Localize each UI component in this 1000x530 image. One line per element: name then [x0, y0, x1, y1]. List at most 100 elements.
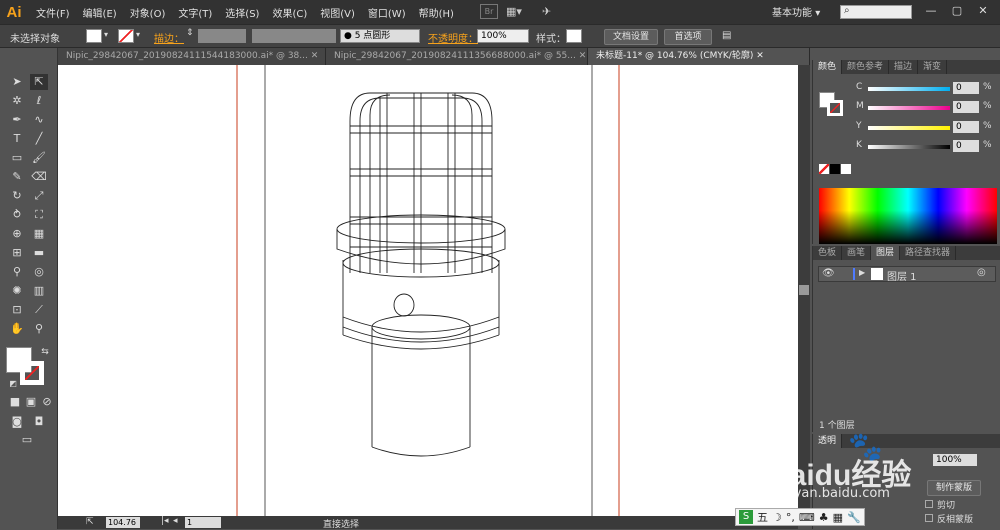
type-tool-icon[interactable]: T [8, 131, 26, 147]
cyan-input[interactable]: 0 [953, 82, 979, 94]
scrollbar-thumb[interactable] [799, 285, 809, 295]
perspective-grid-icon[interactable]: ▦ [30, 226, 48, 242]
layer-row[interactable]: 👁 ▶ 图层 1 ◎ [818, 266, 996, 283]
first-page-icon[interactable]: |◂ [161, 516, 169, 526]
stroke-label[interactable]: 描边： [154, 30, 184, 45]
maximize-button[interactable]: ▢ [944, 4, 970, 20]
style-swatch[interactable] [566, 29, 582, 43]
arrange-documents-icon[interactable]: ▦▾ [506, 5, 534, 19]
tab-swatches[interactable]: 色板 [813, 246, 843, 260]
close-button[interactable]: ✕ [970, 4, 996, 20]
tab-gradient[interactable]: 渐变 [918, 60, 948, 74]
magenta-slider[interactable] [868, 106, 950, 110]
menu-window[interactable]: 窗口(W) [368, 5, 406, 20]
pen-tool-icon[interactable]: ✒ [8, 112, 26, 128]
artboard-tool-icon[interactable]: ⊡ [8, 302, 26, 318]
close-icon[interactable]: ✕ [756, 51, 764, 61]
rectangle-tool-icon[interactable]: ▭ [8, 150, 26, 166]
lasso-icon[interactable]: ℓ [30, 93, 48, 109]
black-input[interactable]: 0 [953, 140, 979, 152]
scale-tool-icon[interactable]: ⤢ [30, 188, 48, 204]
variable-width-select[interactable] [252, 29, 336, 43]
default-colors-icon[interactable]: ◩ [4, 376, 22, 392]
black-slider[interactable] [868, 145, 950, 149]
close-icon[interactable]: ✕ [311, 51, 319, 61]
direct-selection-tool-icon[interactable]: ⇱ [30, 74, 48, 90]
bridge-button[interactable]: Br [480, 4, 498, 19]
blend-tool-icon[interactable]: ◎ [30, 264, 48, 280]
align-icon[interactable]: ▤ [722, 30, 731, 41]
free-transform-icon[interactable]: ⛶ [30, 207, 48, 223]
zoom-tool-icon[interactable]: ⚲ [30, 321, 48, 337]
close-icon[interactable]: ✕ [579, 51, 587, 61]
opacity-input[interactable]: 100% [477, 29, 529, 43]
curvature-tool-icon[interactable]: ∿ [30, 112, 48, 128]
menu-object[interactable]: 对象(O) [130, 5, 166, 20]
menu-help[interactable]: 帮助(H) [419, 5, 454, 20]
minimize-button[interactable]: — [918, 4, 944, 20]
expand-arrow-icon[interactable]: ▶ [859, 268, 865, 277]
color-spectrum[interactable] [819, 188, 997, 244]
menu-select[interactable]: 选择(S) [225, 5, 259, 20]
white-swatch[interactable] [841, 164, 851, 174]
eraser-icon[interactable]: ⌫ [30, 169, 48, 185]
shape-builder-icon[interactable]: ⊕ [8, 226, 26, 242]
draw-mode-icon[interactable]: ◙ [8, 414, 26, 430]
black-swatch[interactable] [830, 164, 840, 174]
hand-tool-icon[interactable]: ✋ [8, 321, 26, 337]
stroke-color-box[interactable] [20, 361, 44, 385]
yellow-slider[interactable] [868, 126, 950, 130]
tab-color-guide[interactable]: 颜色参考 [842, 60, 890, 74]
opacity-label[interactable]: 不透明度： [428, 30, 478, 45]
pencil-icon[interactable]: ✎ [8, 169, 26, 185]
paintbrush-icon[interactable]: 🖌 [30, 150, 48, 166]
zoom-input[interactable]: 104.76 [106, 517, 140, 528]
yellow-input[interactable]: 0 [953, 121, 979, 133]
warp-tool-icon[interactable]: ⥁ [8, 207, 26, 223]
fill-swatch[interactable] [86, 29, 102, 43]
eye-icon[interactable]: 👁 [822, 268, 835, 279]
tab-stroke[interactable]: 描边 [889, 60, 919, 74]
stepper-icon[interactable]: ⇕ [186, 28, 194, 38]
chevron-down-icon[interactable]: ▾ [136, 30, 140, 39]
none-swatch-icon[interactable] [819, 164, 829, 174]
artboard-canvas[interactable] [58, 65, 798, 516]
tab-document-1[interactable]: Nipic_29842067_20190824111544183000.ai* … [58, 48, 326, 65]
rotate-tool-icon[interactable]: ↻ [8, 188, 26, 204]
menu-edit[interactable]: 编辑(E) [83, 5, 117, 20]
menu-file[interactable]: 文件(F) [36, 5, 70, 20]
tab-document-3[interactable]: 未标题-11* @ 104.76% (CMYK/轮廓) ✕ [588, 48, 810, 65]
ime-toolbar[interactable]: S 五 ☽ °, ⌨ ♣ ▦ 🔧 [735, 508, 865, 526]
export-icon[interactable]: ⇱ [86, 517, 94, 527]
mesh-tool-icon[interactable]: ⊞ [8, 245, 26, 261]
page-input[interactable]: 1 [185, 517, 221, 528]
line-tool-icon[interactable]: ╱ [30, 131, 48, 147]
prev-page-icon[interactable]: ◂ [173, 516, 178, 526]
preferences-button[interactable]: 首选项 [664, 29, 712, 45]
symbol-sprayer-icon[interactable]: ✺ [8, 283, 26, 299]
workspace-switcher[interactable]: 基本功能 ▾ [772, 4, 820, 19]
menu-type[interactable]: 文字(T) [178, 5, 212, 20]
chevron-down-icon[interactable]: ▾ [104, 30, 108, 39]
help-search-input[interactable]: ⌕ [840, 5, 912, 19]
slice-tool-icon[interactable]: ⟋ [30, 302, 48, 318]
none-mode-icon[interactable]: ⊘ [38, 394, 56, 410]
screen-mode-icon[interactable]: ▭ [18, 432, 36, 448]
gradient-tool-icon[interactable]: ▬ [30, 245, 48, 261]
tab-layers[interactable]: 图层 [871, 246, 901, 260]
tab-pathfinder[interactable]: 路径查找器 [900, 246, 957, 260]
tab-color[interactable]: 颜色 [813, 60, 843, 74]
magic-wand-icon[interactable]: ✲ [8, 93, 26, 109]
magenta-input[interactable]: 0 [953, 101, 979, 113]
draw-behind-icon[interactable]: ◘ [30, 414, 48, 430]
stroke-weight-select[interactable] [198, 29, 246, 43]
selection-tool-icon[interactable]: ➤ [8, 74, 26, 90]
document-setup-button[interactable]: 文档设置 [604, 29, 658, 45]
target-icon[interactable]: ◎ [977, 267, 986, 278]
tab-document-2[interactable]: Nipic_29842067_20190824111356688000.ai* … [326, 48, 588, 65]
menu-effect[interactable]: 效果(C) [272, 5, 307, 20]
cyan-slider[interactable] [868, 87, 950, 91]
graph-tool-icon[interactable]: ▥ [30, 283, 48, 299]
gpu-performance-icon[interactable]: ✈ [542, 5, 558, 19]
eyedropper-icon[interactable]: ⚲ [8, 264, 26, 280]
